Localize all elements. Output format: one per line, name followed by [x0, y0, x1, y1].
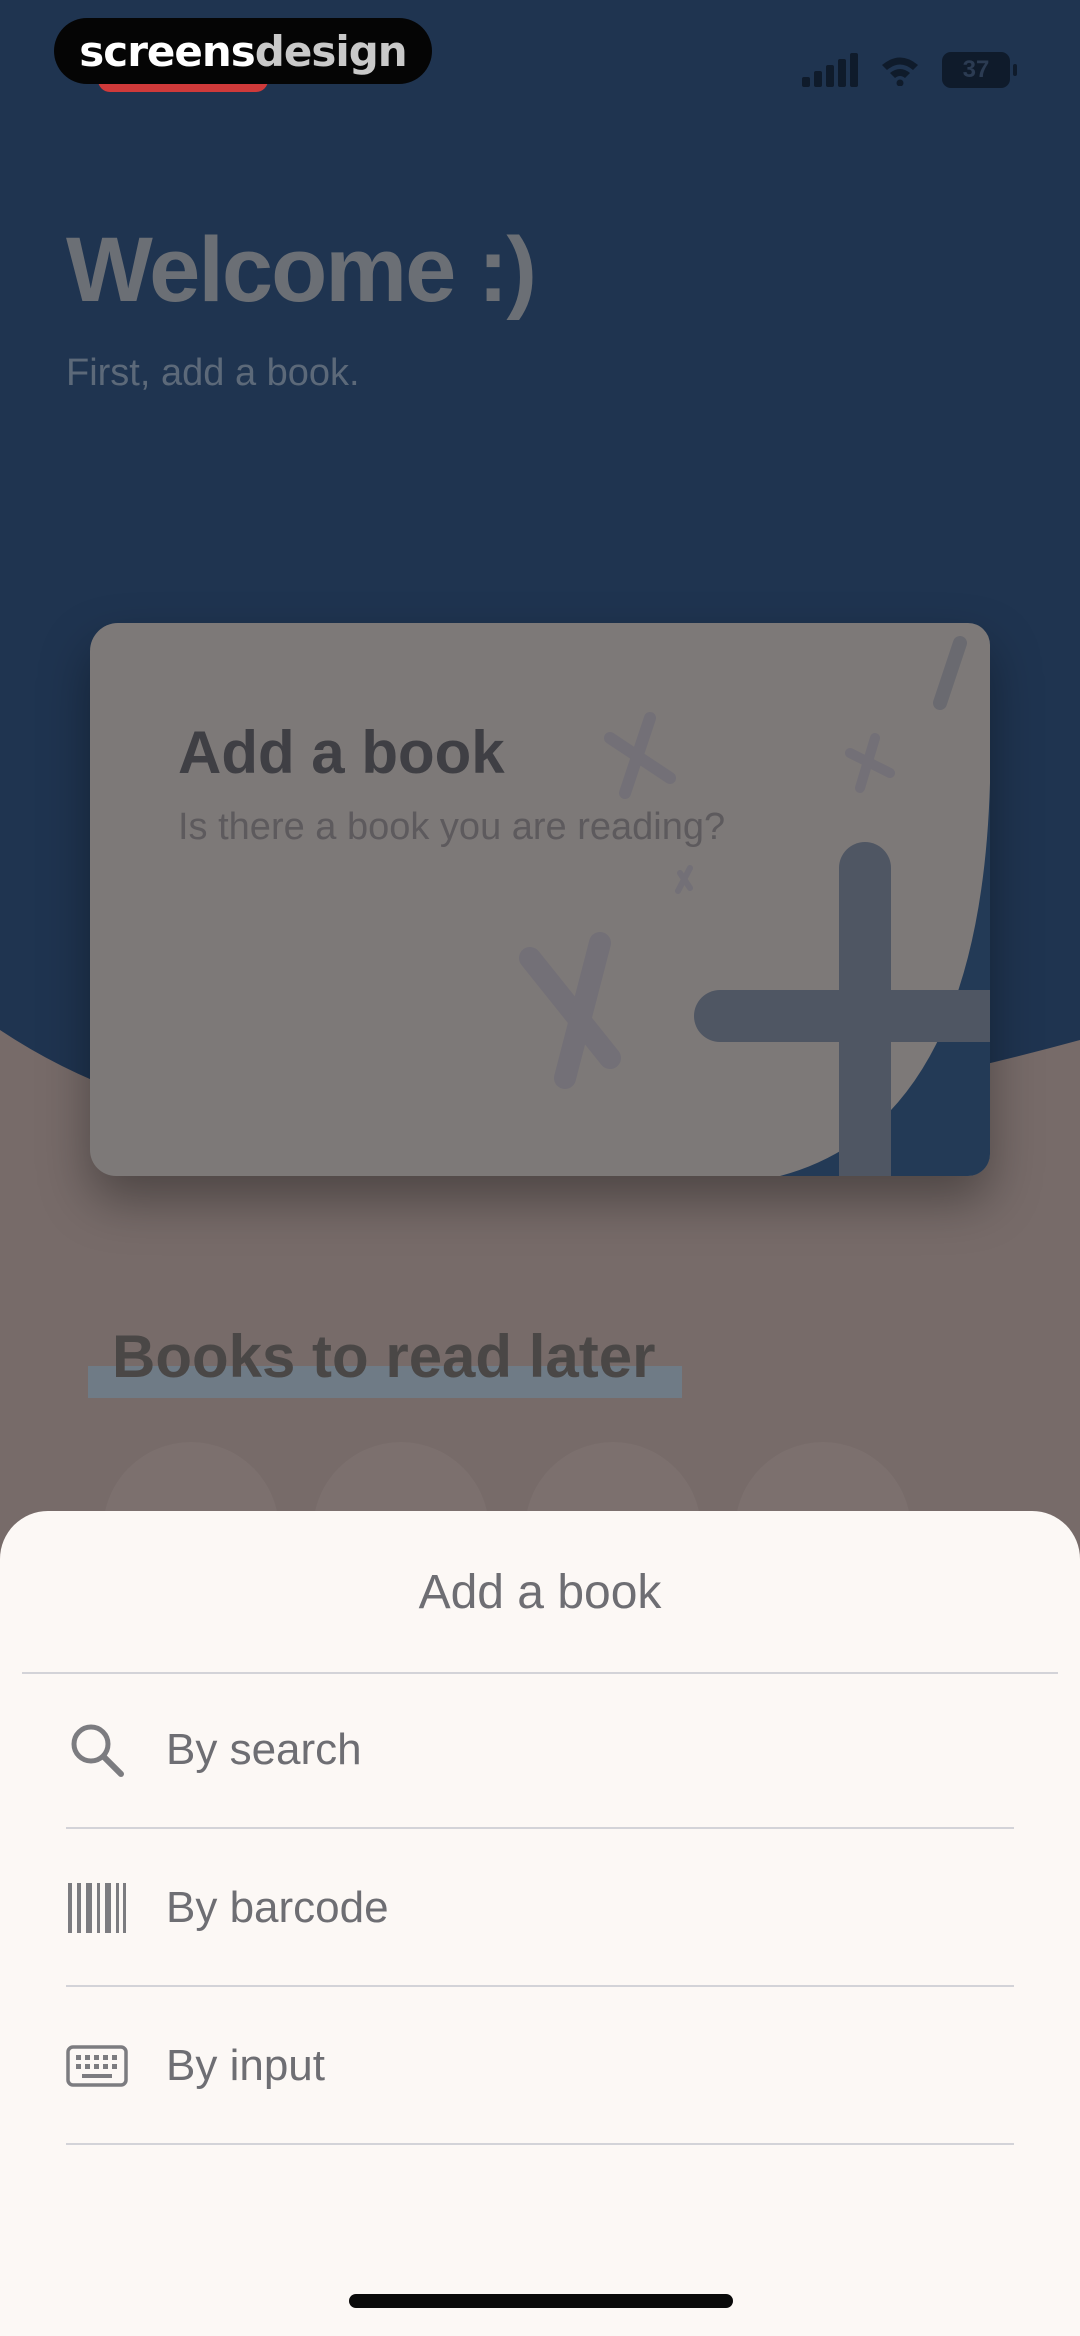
add-book-card[interactable]: Add a book Is there a book you are readi… — [90, 623, 990, 1176]
cellular-signal-icon — [802, 53, 858, 87]
wifi-icon — [882, 57, 918, 86]
battery-level: 37 — [962, 56, 990, 83]
add-book-sheet: Add a book By search By barcode By input — [0, 1511, 1080, 2336]
by-input-option[interactable]: By input — [66, 1989, 1014, 2145]
option-label: By barcode — [166, 1883, 389, 1932]
screensdesign-logo: screens design — [54, 18, 432, 84]
status-icons: 37 — [802, 52, 1017, 88]
by-search-option[interactable]: By search — [66, 1673, 1014, 1829]
card-subtitle: Is there a book you are reading? — [178, 806, 726, 848]
keyboard-icon — [66, 2035, 128, 2097]
logo-text-secondary: design — [254, 26, 408, 76]
books-to-read-later-title: Books to read later — [112, 1323, 656, 1390]
by-barcode-option[interactable]: By barcode — [66, 1831, 1014, 1987]
battery-icon: 37 — [942, 52, 1017, 88]
status-bar: screens design 37 — [0, 0, 1080, 140]
logo-text-primary: screens — [79, 26, 255, 76]
barcode-icon — [66, 1877, 128, 1939]
search-icon — [66, 1719, 128, 1781]
card-decoration — [519, 636, 990, 1176]
option-label: By search — [166, 1725, 362, 1774]
welcome-subtitle: First, add a book. — [66, 352, 360, 394]
option-label: By input — [166, 2041, 325, 2090]
welcome-title: Welcome :) — [66, 219, 537, 321]
home-indicator[interactable] — [349, 2294, 733, 2308]
sheet-title: Add a book — [418, 1566, 662, 1619]
card-title: Add a book — [178, 719, 505, 786]
